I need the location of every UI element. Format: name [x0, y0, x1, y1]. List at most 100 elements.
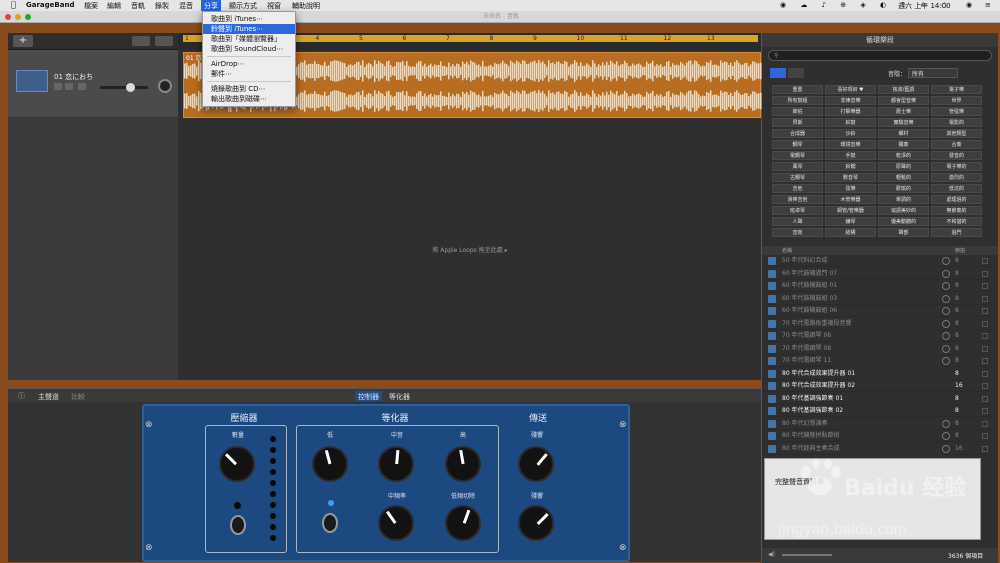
keyword-button[interactable]: 重置 — [772, 85, 823, 94]
favorite-checkbox[interactable] — [982, 420, 988, 427]
loop-list-item[interactable]: 60 年代鼓機鼓組 03 8 — [762, 293, 998, 305]
add-track-button[interactable]: + — [13, 35, 33, 47]
keyword-button[interactable]: 其他類型 — [931, 129, 982, 138]
keyword-button[interactable]: 數音琴 — [825, 173, 876, 182]
user-icon[interactable]: ◉ — [966, 1, 972, 9]
download-icon[interactable] — [942, 269, 950, 278]
menu-window[interactable]: 視窗 — [267, 1, 281, 11]
keyword-button[interactable]: 不和諧的 — [931, 217, 982, 226]
keyword-button[interactable]: 古鋼琴 — [772, 173, 823, 182]
keyword-button[interactable]: 無節奏的 — [931, 206, 982, 215]
eq-toggle-switch[interactable] — [322, 513, 338, 533]
loop-list-item[interactable]: 80 年代合成效果提升器 02 16 — [762, 380, 998, 392]
menu-item-song-to-media-browser[interactable]: 歌曲到「媒體瀏覽器」 — [203, 34, 295, 44]
volume-slider-thumb[interactable] — [126, 83, 135, 92]
minimize-icon[interactable] — [15, 14, 21, 20]
hamburger-icon[interactable]: ≡ — [985, 1, 991, 9]
keyword-button[interactable]: 沙鈴 — [825, 129, 876, 138]
menu-item-mail[interactable]: 郵件⋯ — [203, 69, 295, 79]
low-knob[interactable] — [312, 446, 348, 482]
column-view-icon[interactable] — [788, 68, 804, 78]
echo-knob[interactable] — [518, 505, 554, 541]
keyword-button[interactable]: 吉他 — [772, 184, 823, 193]
info-icon[interactable]: ⓘ — [18, 391, 25, 401]
menu-file[interactable]: 檔案 — [84, 1, 98, 11]
keyword-button[interactable]: 電影的 — [931, 118, 982, 127]
keyword-button[interactable]: 原聲的 — [878, 162, 929, 171]
menu-mix[interactable]: 混音 — [179, 1, 193, 11]
menu-item-export-to-disk[interactable]: 輸出歌曲到磁碟⋯ — [203, 94, 295, 104]
download-icon[interactable] — [942, 257, 950, 265]
download-icon[interactable] — [942, 282, 950, 290]
amount-knob[interactable] — [219, 446, 255, 482]
keyword-button[interactable]: 鄉村 — [878, 129, 929, 138]
favorite-checkbox[interactable] — [982, 358, 988, 364]
menu-track[interactable]: 音軌 — [131, 1, 145, 11]
keyword-button[interactable]: 搖滾/藍調 — [878, 85, 929, 94]
keyword-button[interactable]: 手鼓 — [825, 151, 876, 160]
keyword-button[interactable]: 輕鬆的 — [878, 173, 929, 182]
keyword-button[interactable]: 協調美妙的 — [878, 206, 929, 215]
download-icon[interactable] — [942, 419, 950, 428]
loop-list-item[interactable]: 70 年代電鋼琴 06 8 — [762, 330, 998, 342]
download-icon[interactable] — [942, 344, 950, 353]
keyword-button[interactable]: 爵士樂 — [878, 107, 929, 116]
keyword-button[interactable]: 環境音樂 — [825, 140, 876, 149]
keyword-button[interactable]: 管弦樂 — [931, 107, 982, 116]
loop-list-item[interactable]: 70 年代電路板重複段音響 8 — [762, 318, 998, 330]
zoom-icon[interactable] — [25, 14, 31, 20]
menu-item-song-to-itunes[interactable]: 歌曲到 iTunes⋯ — [203, 14, 295, 24]
keyword-button[interactable]: 歡愉的 — [878, 184, 929, 193]
favorite-checkbox[interactable] — [982, 395, 988, 402]
keyword-button[interactable]: 非律音樂 — [825, 96, 876, 105]
loop-list-item[interactable]: 70 年代電鋼琴 08 8 — [762, 343, 998, 355]
download-icon[interactable] — [942, 357, 950, 365]
track-header[interactable]: 01 恋におち — [8, 50, 178, 118]
keyword-button[interactable]: 聲部 — [878, 228, 929, 237]
keyword-button[interactable]: 弦樂 — [825, 184, 876, 193]
keyword-button[interactable]: 結構 — [825, 228, 876, 237]
keyword-button[interactable]: 所有鼓組 — [772, 96, 823, 105]
loop-list-item[interactable]: 60 年代鼓機鼓組 01 8 — [762, 280, 998, 292]
keyword-button[interactable]: 電鋼琴 — [772, 151, 823, 160]
loop-list-item[interactable]: 80 年代機態拼貼節拍 8 — [762, 430, 998, 442]
scale-select[interactable]: 所有 — [908, 68, 958, 78]
column-name[interactable]: 名稱 — [782, 247, 792, 254]
loop-list-item[interactable]: 70 年代電鋼琴 11 8 — [762, 355, 998, 367]
keyword-button[interactable]: 單調的 — [878, 195, 929, 204]
favorite-checkbox[interactable] — [982, 283, 988, 289]
favorite-checkbox[interactable] — [982, 270, 988, 277]
tab-master[interactable]: 主聲道 — [38, 392, 59, 402]
keyword-button[interactable]: 貝斯 — [772, 118, 823, 127]
loop-list-item[interactable]: 50 年代科幻合成 8 — [762, 255, 998, 267]
high-knob[interactable] — [445, 446, 481, 482]
volume-slider[interactable] — [100, 86, 148, 89]
menu-help[interactable]: 輔助說明 — [292, 1, 320, 11]
pan-knob[interactable] — [158, 79, 172, 93]
mid-knob[interactable] — [378, 446, 414, 482]
keyword-button[interactable]: 節拍 — [772, 107, 823, 116]
mute-button[interactable] — [54, 83, 62, 90]
keyword-button[interactable]: 合成器 — [772, 129, 823, 138]
favorite-checkbox[interactable] — [982, 345, 988, 352]
record-button[interactable] — [78, 83, 86, 90]
keyword-button[interactable]: 鐘琴 — [825, 217, 876, 226]
favorite-checkbox[interactable] — [982, 320, 988, 327]
keyword-button[interactable]: 鋼琴 — [772, 140, 823, 149]
keyword-button[interactable]: 獨奏 — [878, 140, 929, 149]
keyword-button[interactable]: 銅管/管樂器 — [825, 206, 876, 215]
loop-list-item[interactable]: 80 年代基調強節奏 02 8 — [762, 405, 998, 417]
keyword-button[interactable]: 優美動聽的 — [878, 217, 929, 226]
download-icon[interactable] — [942, 319, 950, 328]
keyword-button[interactable]: 班卓琴 — [772, 206, 823, 215]
keyword-button[interactable]: 滑棒吉他 — [772, 195, 823, 204]
keyword-button[interactable]: 音效 — [772, 228, 823, 237]
keyword-button[interactable]: 發音的 — [931, 151, 982, 160]
keyword-button[interactable]: 喜好項目 ♥ — [825, 85, 876, 94]
keyword-button[interactable]: 風琴 — [772, 162, 823, 171]
loop-list-item[interactable]: 80 年代合成效果提升器 01 8 — [762, 368, 998, 380]
compressor-toggle-switch[interactable] — [230, 515, 246, 535]
loop-search-input[interactable]: ⚲ — [768, 50, 992, 61]
reverb-knob[interactable] — [518, 446, 554, 482]
keyword-button[interactable]: 電子樂 — [931, 85, 982, 94]
